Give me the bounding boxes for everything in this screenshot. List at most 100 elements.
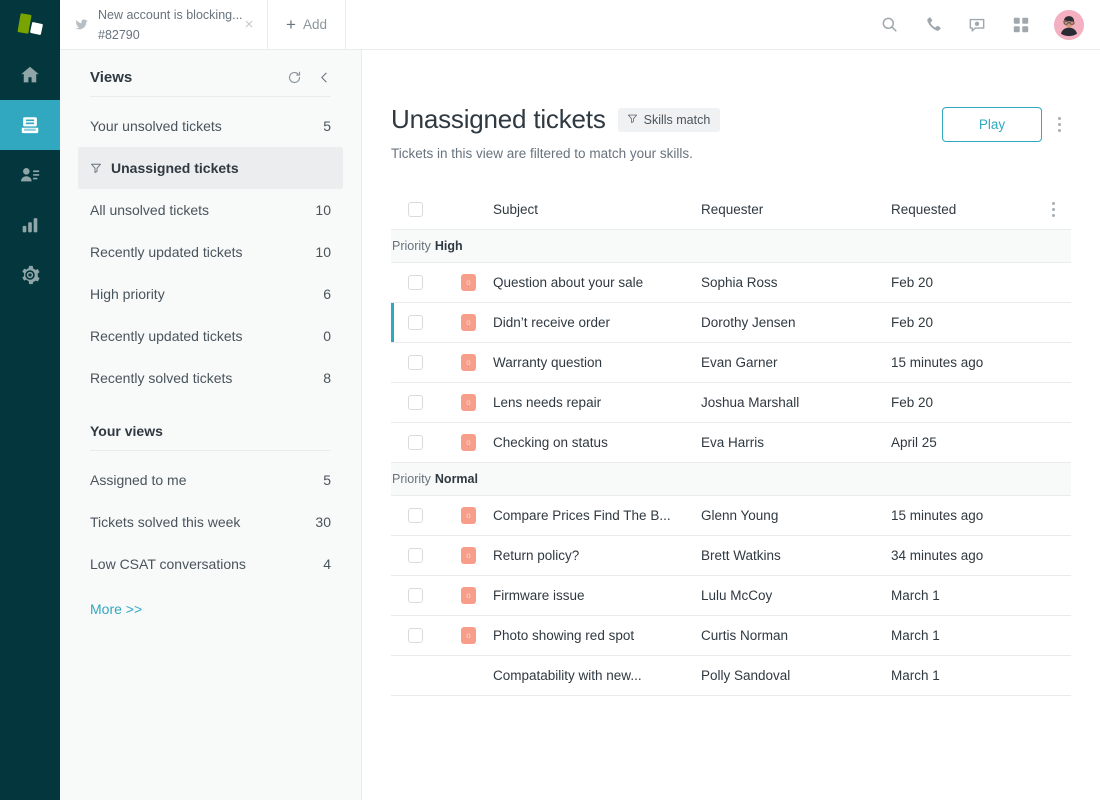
more-views-link[interactable]: More >> — [90, 585, 142, 617]
table-row[interactable]: o Photo showing red spot Curtis Norman Marc… — [391, 616, 1071, 656]
row-select-cell — [391, 628, 461, 643]
twitter-bird-icon — [74, 17, 90, 32]
your-view-item-1[interactable]: Tickets solved this week 30 — [78, 501, 343, 543]
view-label: Your unsolved tickets — [90, 118, 222, 134]
app-root: New account is blocking... #82790 × + Ad… — [0, 0, 1100, 800]
table-row[interactable]: o Question about your sale Sophia Ross Feb … — [391, 263, 1071, 303]
cell-requester: Sophia Ross — [701, 275, 778, 290]
row-checkbox[interactable] — [408, 628, 423, 643]
main-header: Unassigned tickets Skills match Tickets … — [391, 104, 1070, 161]
cell-requester: Dorothy Jensen — [701, 315, 796, 330]
cell-requester: Lulu McCoy — [701, 588, 773, 603]
refresh-icon[interactable] — [287, 70, 302, 85]
view-item-2[interactable]: All unsolved tickets 10 — [78, 189, 343, 231]
view-item-5[interactable]: Recently updated tickets 0 — [78, 315, 343, 357]
rail-item-customers[interactable] — [0, 150, 60, 200]
add-tab-label: Add — [302, 17, 327, 32]
view-item-0[interactable]: Your unsolved tickets 5 — [78, 105, 343, 147]
row-checkbox[interactable] — [408, 275, 423, 290]
apps-grid-icon[interactable] — [1010, 14, 1032, 36]
row-select-cell — [391, 355, 461, 370]
rail-item-admin[interactable] — [0, 250, 60, 300]
cell-requested: Feb 20 — [891, 395, 934, 410]
your-view-item-0[interactable]: Assigned to me 5 — [78, 459, 343, 501]
tab-title: New account is blocking... — [98, 7, 243, 22]
row-checkbox[interactable] — [408, 315, 423, 330]
kebab-menu-icon[interactable] — [1048, 112, 1070, 138]
table-row[interactable]: o Warranty question Evan Garner 15 minutes … — [391, 343, 1071, 383]
kebab-menu-icon[interactable] — [1042, 197, 1064, 223]
phone-icon[interactable] — [922, 14, 944, 36]
rail-item-views[interactable] — [0, 100, 60, 150]
table-row[interactable]: o Firmware issue Lulu McCoy March 1 — [391, 576, 1071, 616]
priority-badge-icon: o — [461, 314, 476, 331]
close-icon[interactable]: × — [241, 17, 257, 32]
cell-requested: Feb 20 — [891, 315, 934, 330]
tab-ticket-id: #82790 — [98, 27, 140, 42]
group-value: High — [434, 239, 463, 253]
open-ticket-tab[interactable]: New account is blocking... #82790 × — [60, 0, 268, 49]
priority-group-header: Priority High — [391, 230, 1071, 263]
table-header-row: Subject Requester Requested — [391, 190, 1071, 230]
select-all-checkbox[interactable] — [408, 202, 423, 217]
row-checkbox[interactable] — [408, 355, 423, 370]
divider — [90, 96, 331, 97]
view-count: 8 — [323, 370, 331, 386]
row-select-cell — [391, 588, 461, 603]
table-row[interactable]: o Checking on status Eva Harris April 25 — [391, 423, 1071, 463]
view-item-1[interactable]: Unassigned tickets — [78, 147, 343, 189]
group-prefix: Priority — [392, 239, 431, 253]
cell-requester: Evan Garner — [701, 355, 778, 370]
page-title: Unassigned tickets — [391, 104, 606, 134]
table-row[interactable]: Compatability with new... Polly Sandoval M… — [391, 656, 1071, 696]
cell-requester: Curtis Norman — [701, 628, 789, 643]
primary-nav-rail — [0, 0, 60, 800]
row-select-cell — [391, 315, 461, 330]
view-item-4[interactable]: High priority 6 — [78, 273, 343, 315]
avatar[interactable] — [1054, 9, 1084, 40]
table-row[interactable]: o Didn’t receive order Dorothy Jensen Feb 2… — [391, 303, 1071, 343]
add-tab-button[interactable]: + Add — [268, 0, 346, 49]
view-label: Low CSAT conversations — [90, 556, 246, 572]
row-checkbox[interactable] — [408, 588, 423, 603]
play-button[interactable]: Play — [942, 107, 1042, 142]
priority-cell: o — [461, 314, 493, 331]
table-row[interactable]: o Lens needs repair Joshua Marshall Feb 20 — [391, 383, 1071, 423]
column-header-requested[interactable]: Requested — [891, 202, 1035, 217]
view-count: 10 — [315, 202, 331, 218]
row-checkbox[interactable] — [408, 508, 423, 523]
view-count: 10 — [315, 244, 331, 260]
chat-icon[interactable] — [966, 14, 988, 36]
funnel-icon — [90, 162, 102, 174]
cell-requester: Brett Watkins — [701, 548, 781, 563]
row-checkbox[interactable] — [408, 435, 423, 450]
cell-subject: Photo showing red spot — [493, 628, 635, 643]
table-row[interactable]: o Return policy? Brett Watkins 34 minutes a… — [391, 536, 1071, 576]
cell-requested: April 25 — [891, 435, 937, 450]
view-label: Unassigned tickets — [90, 160, 323, 176]
plus-icon: + — [286, 15, 296, 34]
priority-cell: o — [461, 507, 493, 524]
chevron-left-icon[interactable] — [318, 71, 331, 84]
cell-subject: Compare Prices Find The B... — [493, 508, 671, 523]
rail-item-reporting[interactable] — [0, 200, 60, 250]
view-item-6[interactable]: Recently solved tickets 8 — [78, 357, 343, 399]
skills-match-badge[interactable]: Skills match — [617, 107, 721, 132]
column-header-subject[interactable]: Subject — [493, 202, 701, 217]
cell-requester: Joshua Marshall — [701, 395, 800, 410]
row-checkbox[interactable] — [408, 548, 423, 563]
table-body: Priority High o Question about your sale Sop… — [391, 230, 1071, 696]
column-header-requester[interactable]: Requester — [701, 202, 891, 217]
cell-requested: March 1 — [891, 588, 940, 603]
view-item-3[interactable]: Recently updated tickets 10 — [78, 231, 343, 273]
cell-requested: 15 minutes ago — [891, 508, 984, 523]
table-row[interactable]: o Compare Prices Find The B... Glenn Young… — [391, 496, 1071, 536]
rail-item-home[interactable] — [0, 50, 60, 100]
your-views-title: Your views — [90, 423, 163, 439]
view-count: 4 — [323, 556, 331, 572]
cell-requested: Feb 20 — [891, 275, 934, 290]
search-icon[interactable] — [878, 14, 900, 36]
row-checkbox[interactable] — [408, 395, 423, 410]
your-view-item-2[interactable]: Low CSAT conversations 4 — [78, 543, 343, 585]
